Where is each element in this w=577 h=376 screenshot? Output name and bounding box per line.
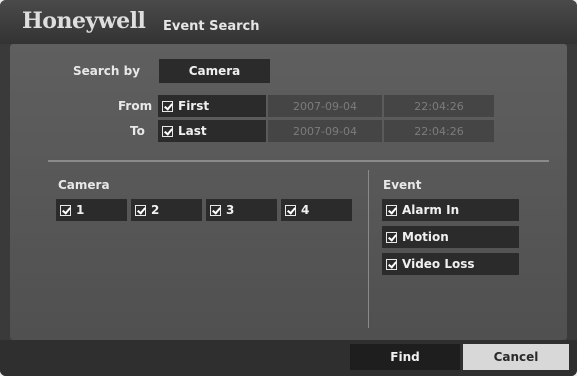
from-time-field[interactable]: 22:04:26: [384, 95, 494, 117]
checkbox-icon: [386, 231, 397, 243]
camera-checkbox-3[interactable]: 3: [206, 199, 277, 221]
title-bar: Honeywell Event Search: [0, 0, 577, 44]
camera-label: 2: [151, 203, 160, 217]
search-by-select[interactable]: Camera: [159, 59, 270, 83]
event-search-dialog: Honeywell Event Search Search by Camera …: [0, 0, 577, 376]
checkbox-icon: [162, 100, 173, 112]
find-button[interactable]: Find: [350, 344, 460, 370]
section-divider: [48, 160, 549, 162]
checkbox-icon: [285, 204, 296, 216]
event-label: Video Loss: [402, 257, 475, 271]
dialog-title: Event Search: [163, 19, 260, 34]
vertical-divider: [368, 170, 369, 328]
checkbox-icon: [210, 204, 221, 216]
from-date-field[interactable]: 2007-09-04: [268, 95, 382, 117]
event-heading: Event: [383, 178, 422, 192]
camera-checkbox-1[interactable]: 1: [56, 199, 127, 221]
checkbox-icon: [386, 204, 397, 216]
from-first-checkbox[interactable]: First: [158, 95, 266, 117]
checkbox-icon: [60, 204, 71, 216]
from-label: From: [118, 99, 153, 113]
event-video-loss-checkbox[interactable]: Video Loss: [382, 253, 519, 275]
to-last-checkbox[interactable]: Last: [158, 120, 266, 142]
to-option-label: Last: [178, 124, 207, 138]
event-alarm-in-checkbox[interactable]: Alarm In: [382, 199, 519, 221]
camera-label: 3: [226, 203, 235, 217]
cancel-button[interactable]: Cancel: [463, 344, 569, 370]
from-option-label: First: [178, 99, 210, 113]
brand-logo: Honeywell: [22, 8, 146, 34]
search-panel: [10, 44, 567, 340]
event-label: Alarm In: [402, 203, 460, 217]
to-time-field[interactable]: 22:04:26: [384, 120, 494, 142]
checkbox-icon: [135, 204, 146, 216]
camera-label: 4: [301, 203, 310, 217]
checkbox-icon: [162, 125, 173, 137]
to-date-field[interactable]: 2007-09-04: [268, 120, 382, 142]
event-motion-checkbox[interactable]: Motion: [382, 226, 519, 248]
search-by-label: Search by: [73, 64, 141, 78]
camera-checkbox-2[interactable]: 2: [131, 199, 202, 221]
camera-heading: Camera: [58, 178, 110, 192]
camera-label: 1: [76, 203, 85, 217]
camera-checkbox-4[interactable]: 4: [281, 199, 352, 221]
event-label: Motion: [402, 230, 449, 244]
checkbox-icon: [386, 258, 397, 270]
to-label: To: [130, 124, 145, 138]
